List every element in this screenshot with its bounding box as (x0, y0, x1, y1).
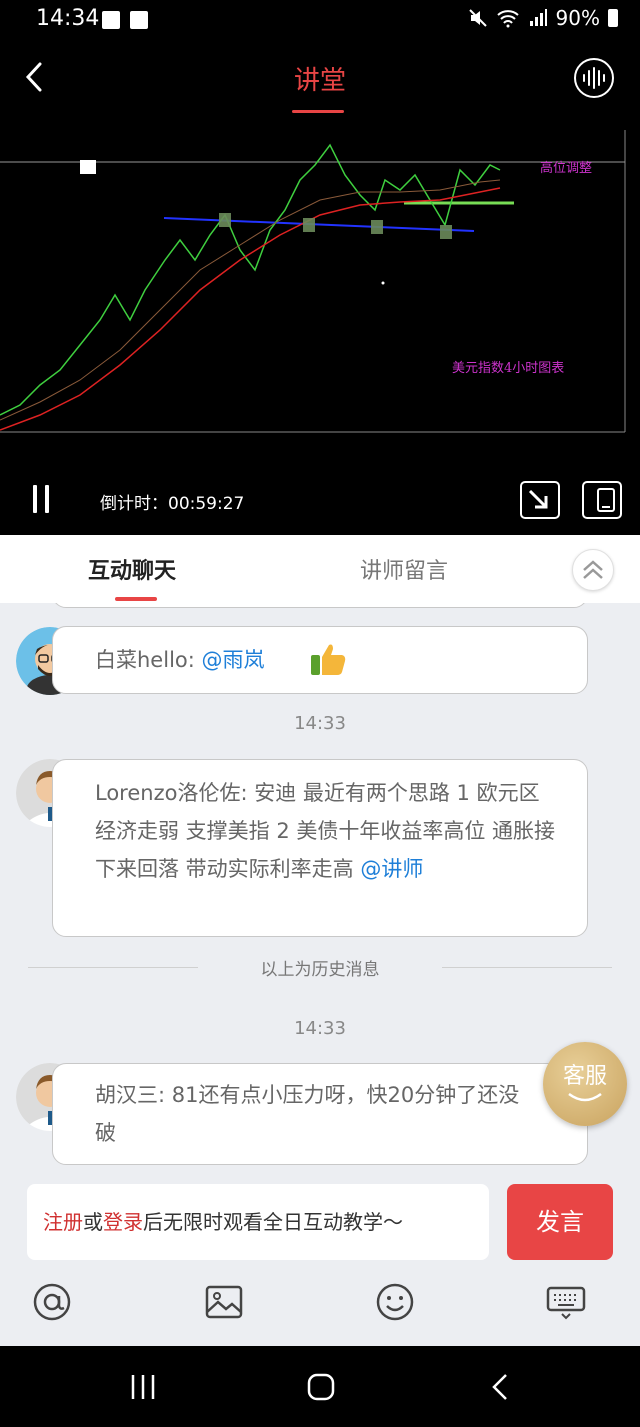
mention-link[interactable]: @雨岚 (202, 648, 265, 672)
thumbs-up-icon (311, 644, 346, 675)
active-tab-indicator (115, 597, 157, 601)
title-underline (292, 110, 344, 113)
battery-icon (608, 9, 618, 27)
page-title: 讲堂 (293, 66, 346, 96)
system-nav-bar (0, 1346, 640, 1427)
status-time: 14:34 (36, 6, 100, 31)
device-rotate-icon (597, 488, 615, 512)
app-screen: 14:34 90% 讲堂 高位调整 美元指数4小时图表 倒计时：00:59:27… (0, 0, 640, 1427)
recent-apps-icon[interactable] (128, 1372, 158, 1402)
send-button[interactable]: 发言 (507, 1184, 613, 1260)
collapse-button[interactable] (572, 549, 614, 591)
arrow-down-right-icon (528, 489, 548, 509)
mute-icon (468, 9, 487, 27)
tab-interactive-chat[interactable]: 互动聊天 (88, 553, 176, 585)
candlestick-chart (0, 130, 626, 433)
customer-service-button[interactable]: 客服 (543, 1042, 627, 1126)
battery-text: 90% (555, 6, 600, 30)
input-bar: 注册或登录后无限时观看全日互动教学～ 发言 (0, 1168, 640, 1268)
status-bar: 14:34 90% (0, 0, 640, 42)
status-indicators: 90% (468, 6, 618, 30)
home-icon[interactable] (306, 1372, 336, 1402)
customer-service-label: 客服 (562, 1064, 607, 1089)
chart-annotation: 美元指数4小时图表 (452, 361, 565, 376)
audio-bar (583, 74, 585, 82)
gallery-notification-icon (102, 11, 120, 29)
emoji-icon[interactable] (375, 1282, 415, 1322)
message-bubble: Lorenzo洛伦佐: 安迪 最近有两个思路 1 欧元区经济走弱 支撑美指 2 … (52, 759, 588, 937)
check-notification-icon (130, 11, 148, 29)
history-divider-text: 以上为历史消息 (260, 960, 380, 980)
message-text: 白菜hello: (95, 648, 202, 672)
pause-button[interactable] (32, 485, 52, 515)
at-icon[interactable] (32, 1282, 72, 1322)
chart-marker (80, 160, 96, 174)
double-chevron-up-icon (583, 560, 603, 579)
audio-bar (593, 67, 595, 89)
register-link[interactable]: 注册 (43, 1210, 83, 1234)
header: 讲堂 (0, 42, 640, 130)
image-icon[interactable] (204, 1282, 244, 1322)
message-timestamp: 14:33 (294, 713, 346, 734)
countdown-timer: 倒计时：00:59:27 (100, 494, 245, 514)
message-text: Lorenzo洛伦佐: 安迪 最近有两个思路 1 欧元区经济走弱 支撑美指 2 … (95, 781, 556, 881)
message-bubble (52, 603, 588, 608)
message-text: 胡汉三: 81还有点小压力呀，快20分钟了还没破 (95, 1083, 520, 1145)
signal-icon (529, 9, 547, 26)
audio-bar (603, 74, 605, 82)
chat-message-list[interactable]: 白菜hello: @雨岚 14:33 Lorenzo洛伦佐: 安迪 最近有两个思… (0, 603, 640, 1168)
chart-highlight-box (371, 220, 383, 234)
cursor-dot (381, 281, 385, 285)
player-controls: 倒计时：00:59:27 (0, 475, 640, 535)
minimize-window-button[interactable] (520, 481, 560, 519)
message-bubble: 胡汉三: 81还有点小压力呀，快20分钟了还没破 (52, 1063, 588, 1165)
message-timestamp: 14:33 (294, 1018, 346, 1039)
audio-mode-button[interactable] (574, 58, 614, 98)
message-bubble: 白菜hello: @雨岚 (52, 626, 588, 694)
chart-annotation: 高位调整 (540, 161, 593, 176)
wifi-icon (496, 10, 519, 28)
audio-bar (588, 70, 590, 86)
back-nav-icon[interactable] (486, 1372, 516, 1402)
chat-tabs: 互动聊天 讲师留言 (0, 535, 640, 603)
video-player[interactable]: 高位调整 美元指数4小时图表 倒计时：00:59:27 (0, 130, 640, 535)
message-input[interactable]: 注册或登录后无限时观看全日互动教学～ (27, 1184, 489, 1260)
history-divider: 以上为历史消息 (28, 957, 612, 980)
audio-bar (598, 70, 600, 86)
rotate-screen-button[interactable] (582, 481, 622, 519)
input-prompt-text: 后无限时观看全日互动教学～ (143, 1210, 403, 1234)
login-link[interactable]: 登录 (103, 1210, 143, 1234)
keyboard-icon[interactable] (546, 1282, 586, 1322)
input-prompt-or: 或 (83, 1210, 103, 1234)
chart-highlight-box (303, 218, 315, 232)
tab-teacher-messages[interactable]: 讲师留言 (360, 553, 448, 585)
chart-background (0, 130, 625, 432)
input-toolbar (0, 1268, 640, 1346)
chart-highlight-box (440, 225, 452, 239)
mention-link[interactable]: @讲师 (360, 857, 423, 881)
chart-highlight-box (219, 213, 231, 227)
smile-curve-icon (568, 1092, 602, 1102)
